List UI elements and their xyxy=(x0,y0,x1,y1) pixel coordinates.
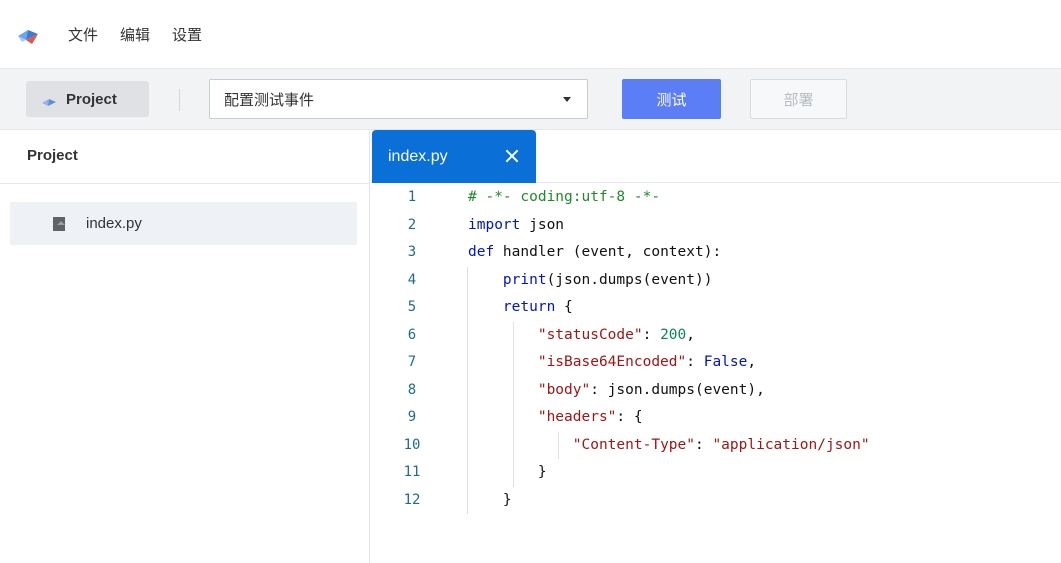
toolbar: Project 配置测试事件 测试 部署 xyxy=(0,68,1061,130)
code-line[interactable]: 2 import json xyxy=(371,212,1061,240)
code-line[interactable]: 8 "body": json.dumps(event), xyxy=(371,377,1061,405)
line-number: 12 xyxy=(403,491,421,508)
menu-bar: 文件 编辑 设置 xyxy=(0,0,1061,68)
line-number: 2 xyxy=(407,216,417,233)
code-text: def handler (event, context): xyxy=(468,244,722,260)
app-logo-icon xyxy=(14,20,42,48)
file-item-label: index.py xyxy=(86,215,142,232)
code-editor[interactable]: 1 # -*- coding:utf-8 -*- 2 import json 3 def … xyxy=(371,184,1061,514)
code-text: } xyxy=(468,464,547,480)
indent-guide xyxy=(513,321,514,487)
code-line[interactable]: 4 print(json.dumps(event)) xyxy=(371,267,1061,295)
indent-guide xyxy=(467,266,468,514)
project-button[interactable]: Project xyxy=(26,81,149,117)
code-line[interactable]: 9 "headers": { xyxy=(371,404,1061,432)
line-number: 5 xyxy=(407,299,417,315)
menu-edit[interactable]: 编辑 xyxy=(120,24,150,45)
code-line[interactable]: 5 return { xyxy=(371,294,1061,322)
code-line[interactable]: 3 def handler (event, context): xyxy=(371,239,1061,267)
line-number: 3 xyxy=(407,244,417,260)
test-event-select[interactable]: 配置测试事件 xyxy=(209,79,588,119)
toolbar-divider xyxy=(179,89,180,111)
code-text: print(json.dumps(event)) xyxy=(502,271,713,288)
project-sidebar: Project index.py xyxy=(0,130,370,563)
code-text: return { xyxy=(502,299,573,315)
file-icon xyxy=(53,217,65,231)
code-text: } xyxy=(468,491,512,508)
editor-area: index.py 1 # -*- coding:utf-8 -*- 2 import … xyxy=(371,130,1061,563)
code-text: "isBase64Encoded": False, xyxy=(537,354,757,370)
line-number: 10 xyxy=(403,436,421,453)
code-text: # -*- coding:utf-8 -*- xyxy=(468,189,661,205)
code-text: "headers": { xyxy=(537,409,643,425)
caret-down-icon xyxy=(563,97,571,102)
code-text: "Content-Type": "application/json" xyxy=(572,436,870,453)
tab-index-py[interactable]: index.py xyxy=(372,130,536,183)
code-line[interactable]: 10 "Content-Type": "application/json" xyxy=(371,432,1061,460)
code-line[interactable]: 6 "statusCode": 200, xyxy=(371,322,1061,350)
line-number: 8 xyxy=(407,381,417,398)
code-line[interactable]: 7 "isBase64Encoded": False, xyxy=(371,349,1061,377)
close-icon[interactable] xyxy=(504,148,520,164)
file-item-index-py[interactable]: index.py xyxy=(10,202,357,245)
code-text: import json xyxy=(468,216,565,233)
line-number: 11 xyxy=(403,464,421,480)
line-number: 9 xyxy=(407,409,417,425)
menu-file[interactable]: 文件 xyxy=(68,24,98,45)
menu-settings[interactable]: 设置 xyxy=(172,24,202,45)
code-line[interactable]: 12 } xyxy=(371,487,1061,515)
deploy-button[interactable]: 部署 xyxy=(750,79,847,119)
code-line[interactable]: 1 # -*- coding:utf-8 -*- xyxy=(371,184,1061,212)
project-icon xyxy=(42,94,56,106)
editor-tab-bar: index.py xyxy=(371,130,1061,183)
code-text: "statusCode": 200, xyxy=(537,326,696,343)
line-number: 7 xyxy=(407,354,417,370)
line-number: 4 xyxy=(407,271,417,288)
test-button[interactable]: 测试 xyxy=(622,79,721,119)
sidebar-header: Project xyxy=(0,130,369,184)
indent-guide xyxy=(558,431,559,459)
test-event-select-value: 配置测试事件 xyxy=(224,91,315,109)
line-number: 6 xyxy=(407,326,417,343)
project-button-label: Project xyxy=(66,90,117,108)
line-number: 1 xyxy=(407,189,417,205)
tab-label: index.py xyxy=(388,147,448,165)
code-line[interactable]: 11 } xyxy=(371,459,1061,487)
